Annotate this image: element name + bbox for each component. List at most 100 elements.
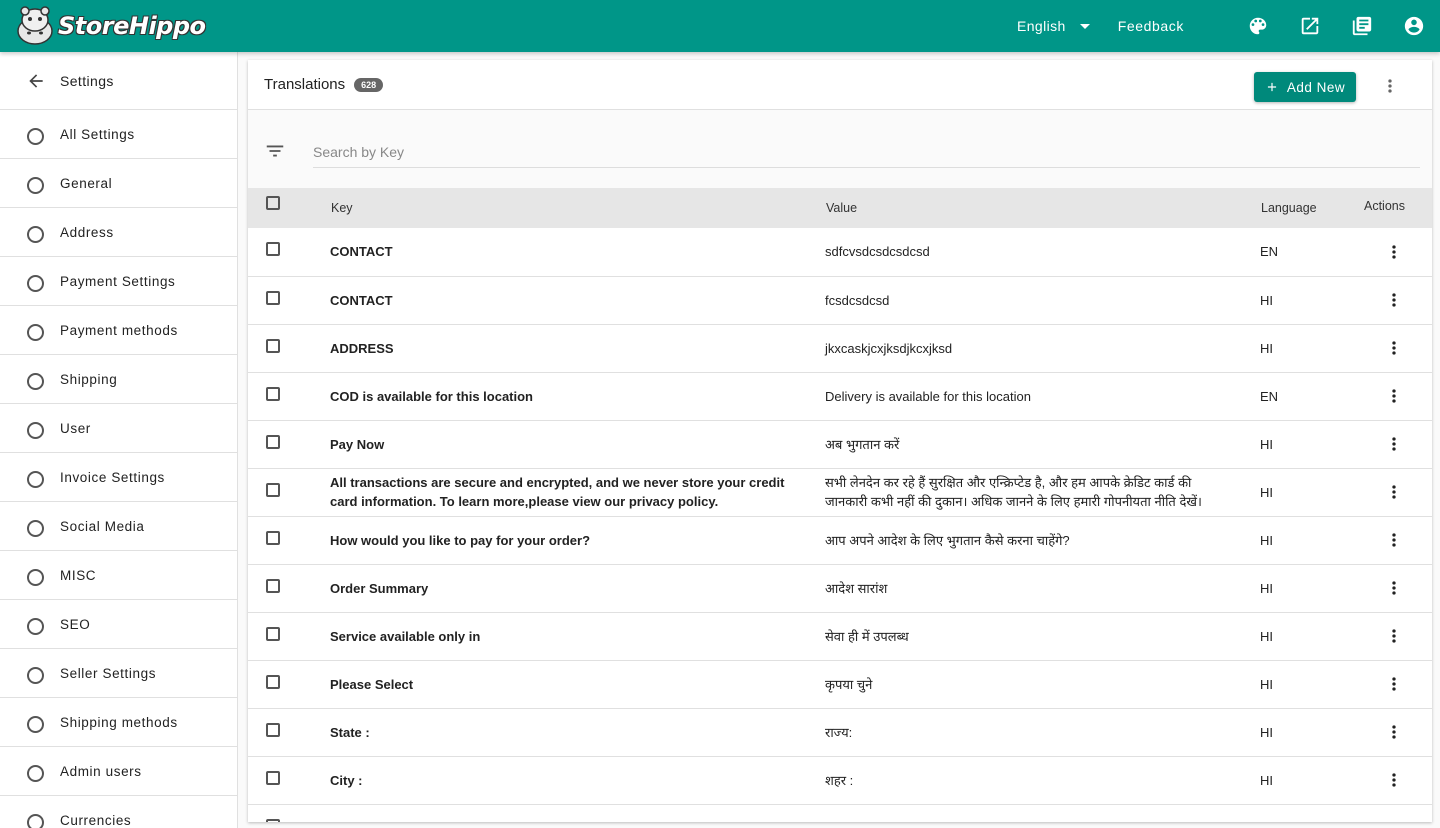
row-more-vert-icon[interactable]	[1382, 432, 1406, 456]
sidebar-item-all-settings[interactable]: All Settings	[0, 110, 237, 159]
radio-icon	[27, 813, 44, 828]
sidebar-item-social-media[interactable]: Social Media	[0, 502, 237, 551]
table-row[interactable]: Service available only in सेवा ही में उपल…	[248, 612, 1432, 660]
table-row[interactable]: COD is available for this location Delive…	[248, 372, 1432, 420]
search-input[interactable]	[313, 130, 1420, 168]
language-select[interactable]: English	[1017, 18, 1090, 34]
sidebar-item-general[interactable]: General	[0, 159, 237, 208]
row-checkbox[interactable]	[266, 386, 280, 401]
radio-icon	[27, 470, 44, 488]
radio-icon	[27, 568, 44, 586]
filter-list-icon[interactable]	[264, 140, 286, 162]
sidebar-item-payment-methods[interactable]: Payment methods	[0, 306, 237, 355]
column-header-key[interactable]: Key	[314, 188, 809, 228]
row-more-vert-icon[interactable]	[1382, 240, 1406, 264]
table-row[interactable]: CONTACT sdfcvsdcsdcsdcsd EN	[248, 228, 1432, 276]
sidebar-item-label: Payment Settings	[60, 273, 176, 289]
sidebar-item-misc[interactable]: MISC	[0, 551, 237, 600]
row-more-vert-icon[interactable]	[1382, 576, 1406, 600]
column-header-language[interactable]: Language	[1254, 188, 1354, 228]
sidebar-item-currencies[interactable]: Currencies	[0, 796, 237, 828]
search-row	[248, 110, 1432, 188]
row-checkbox[interactable]	[266, 290, 280, 305]
feedback-button[interactable]: Feedback	[1118, 18, 1184, 34]
row-checkbox[interactable]	[266, 482, 280, 497]
sidebar-item-label: User	[60, 420, 91, 436]
column-header-value[interactable]: Value	[809, 188, 1254, 228]
more-vert-icon[interactable]	[1378, 74, 1402, 98]
radio-icon	[27, 519, 44, 537]
sidebar-item-shipping[interactable]: Shipping	[0, 355, 237, 404]
row-checkbox[interactable]	[266, 674, 280, 689]
table-row[interactable]: ADDRESS jkxcaskjcxjksdjkcxjksd HI	[248, 324, 1432, 372]
table-row[interactable]: Order Summary आदेश सारांश HI	[248, 564, 1432, 612]
row-checkbox[interactable]	[266, 242, 280, 257]
radio-icon	[27, 715, 44, 733]
row-checkbox[interactable]	[266, 530, 280, 545]
table-row[interactable]: How would you like to pay for your order…	[248, 516, 1432, 564]
sidebar-title: Settings	[60, 72, 114, 89]
row-language: HI	[1260, 676, 1273, 692]
settings-sidebar: Settings All Settings General Address Payme…	[0, 52, 238, 828]
row-more-vert-icon[interactable]	[1382, 672, 1406, 696]
sidebar-item-user[interactable]: User	[0, 404, 237, 453]
table-row[interactable]: Please Select कृपया चुने HI	[248, 660, 1432, 708]
row-checkbox[interactable]	[266, 338, 280, 353]
select-all-checkbox[interactable]	[266, 196, 280, 210]
row-value: सेवा ही में उपलब्ध	[825, 628, 909, 644]
row-value	[809, 804, 1254, 822]
radio-icon	[27, 274, 44, 292]
brand-logo[interactable]: StoreHippo	[14, 5, 206, 47]
sidebar-item-shipping-methods[interactable]: Shipping methods	[0, 698, 237, 747]
row-value: सभी लेनदेन कर रहे हैं सुरक्षित और एन्क्र…	[825, 475, 1202, 509]
add-new-label: Add New	[1286, 79, 1346, 95]
row-more-vert-icon[interactable]	[1382, 624, 1406, 648]
table-row[interactable]	[248, 804, 1432, 822]
row-checkbox[interactable]	[266, 818, 280, 822]
row-value: अब भुगतान करें	[825, 436, 900, 452]
sidebar-item-label: MISC	[60, 567, 97, 583]
row-more-vert-icon[interactable]	[1382, 384, 1406, 408]
arrow-back-icon[interactable]	[26, 71, 46, 91]
column-header-actions: Actions	[1364, 199, 1405, 213]
sidebar-item-seller-settings[interactable]: Seller Settings	[0, 649, 237, 698]
library-books-icon[interactable]	[1350, 14, 1374, 38]
table-row[interactable]: Pay Now अब भुगतान करें HI	[248, 420, 1432, 468]
add-new-button[interactable]: Add New	[1254, 72, 1356, 102]
account-circle-icon[interactable]	[1402, 14, 1426, 38]
row-value: Delivery is available for this location	[825, 388, 1031, 404]
row-more-vert-icon[interactable]	[1382, 480, 1406, 504]
sidebar-item-label: Address	[60, 224, 114, 240]
radio-icon	[27, 176, 44, 194]
row-checkbox[interactable]	[266, 434, 280, 449]
open-in-new-icon[interactable]	[1298, 14, 1322, 38]
table-row[interactable]: CONTACT fcsdcsdcsd HI	[248, 276, 1432, 324]
row-checkbox[interactable]	[266, 722, 280, 737]
row-checkbox[interactable]	[266, 578, 280, 593]
table-row[interactable]: All transactions are secure and encrypte…	[248, 468, 1432, 516]
radio-icon	[27, 666, 44, 684]
add-icon	[1267, 82, 1276, 92]
row-more-vert-icon[interactable]	[1382, 768, 1406, 792]
row-checkbox[interactable]	[266, 770, 280, 785]
sidebar-item-admin-users[interactable]: Admin users	[0, 747, 237, 796]
table-row[interactable]: City : शहर : HI	[248, 756, 1432, 804]
row-value: आप अपने आदेश के लिए भुगतान कैसे करना चाह…	[825, 532, 1070, 548]
sidebar-item-seo[interactable]: SEO	[0, 600, 237, 649]
sidebar-item-payment-settings[interactable]: Payment Settings	[0, 257, 237, 306]
row-more-vert-icon[interactable]	[1382, 288, 1406, 312]
row-checkbox[interactable]	[266, 626, 280, 641]
row-key	[314, 804, 809, 822]
row-more-vert-icon[interactable]	[1382, 528, 1406, 552]
table-header-row: Key Value Language Actions	[248, 188, 1432, 228]
sidebar-item-label: Admin users	[60, 763, 142, 779]
sidebar-item-address[interactable]: Address	[0, 208, 237, 257]
row-more-vert-icon[interactable]	[1382, 336, 1406, 360]
sidebar-item-invoice-settings[interactable]: Invoice Settings	[0, 453, 237, 502]
count-badge: 628	[354, 77, 384, 92]
table-row[interactable]: State : राज्य: HI	[248, 708, 1432, 756]
row-key: Order Summary	[330, 580, 429, 596]
sidebar-item-label: All Settings	[60, 126, 135, 142]
row-more-vert-icon[interactable]	[1382, 720, 1406, 744]
palette-icon[interactable]	[1246, 14, 1270, 38]
